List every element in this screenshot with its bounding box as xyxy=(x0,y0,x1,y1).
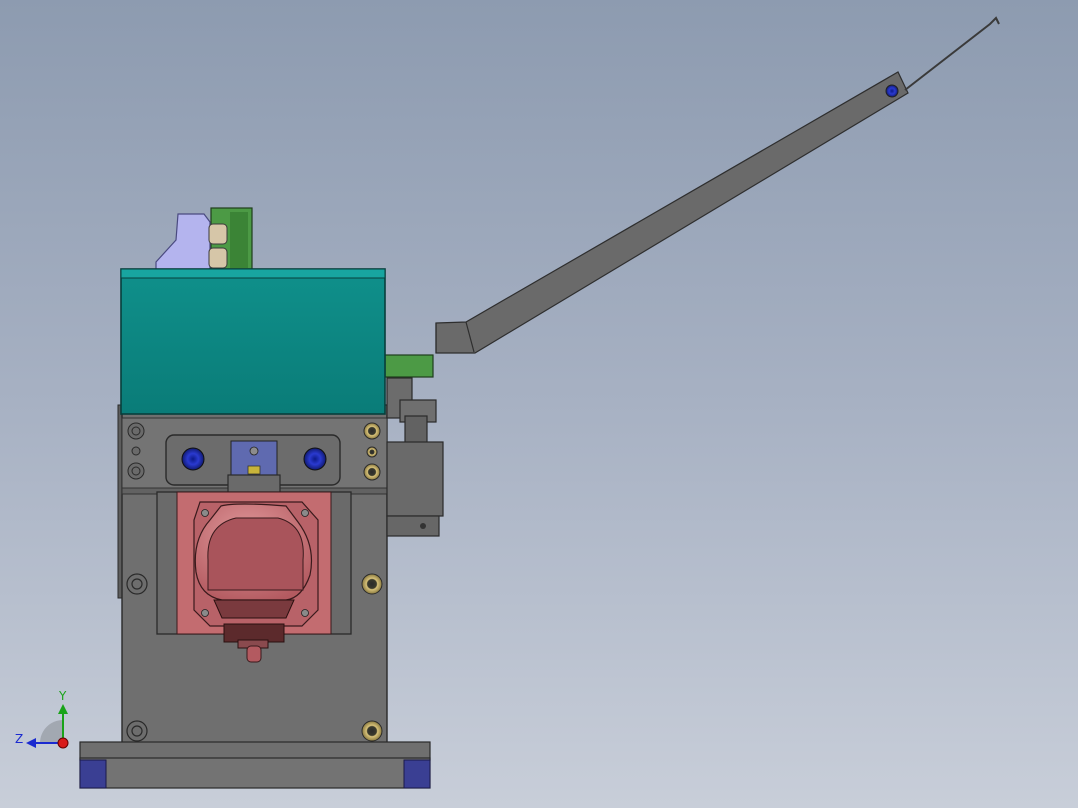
side-valve-assembly xyxy=(386,377,444,537)
cad-model[interactable] xyxy=(0,0,1078,808)
blue-screw-left xyxy=(181,447,205,471)
y-axis-label: Y xyxy=(59,689,67,703)
navy-pad-left xyxy=(79,759,107,789)
z-axis-label: Z xyxy=(15,732,24,746)
lever-arm xyxy=(435,16,1000,354)
pink-part xyxy=(193,501,319,627)
navy-pad-right xyxy=(403,759,431,789)
triad-origin xyxy=(57,737,69,749)
cad-viewport[interactable]: Y Z xyxy=(0,0,1078,808)
teal-cover xyxy=(120,268,386,415)
lever-pivot-screw xyxy=(885,84,899,98)
green-bracket-side xyxy=(384,354,434,378)
blue-screw-right xyxy=(303,447,327,471)
base-plate xyxy=(79,741,431,789)
orientation-triad xyxy=(26,704,69,749)
lavender-block xyxy=(155,213,211,271)
